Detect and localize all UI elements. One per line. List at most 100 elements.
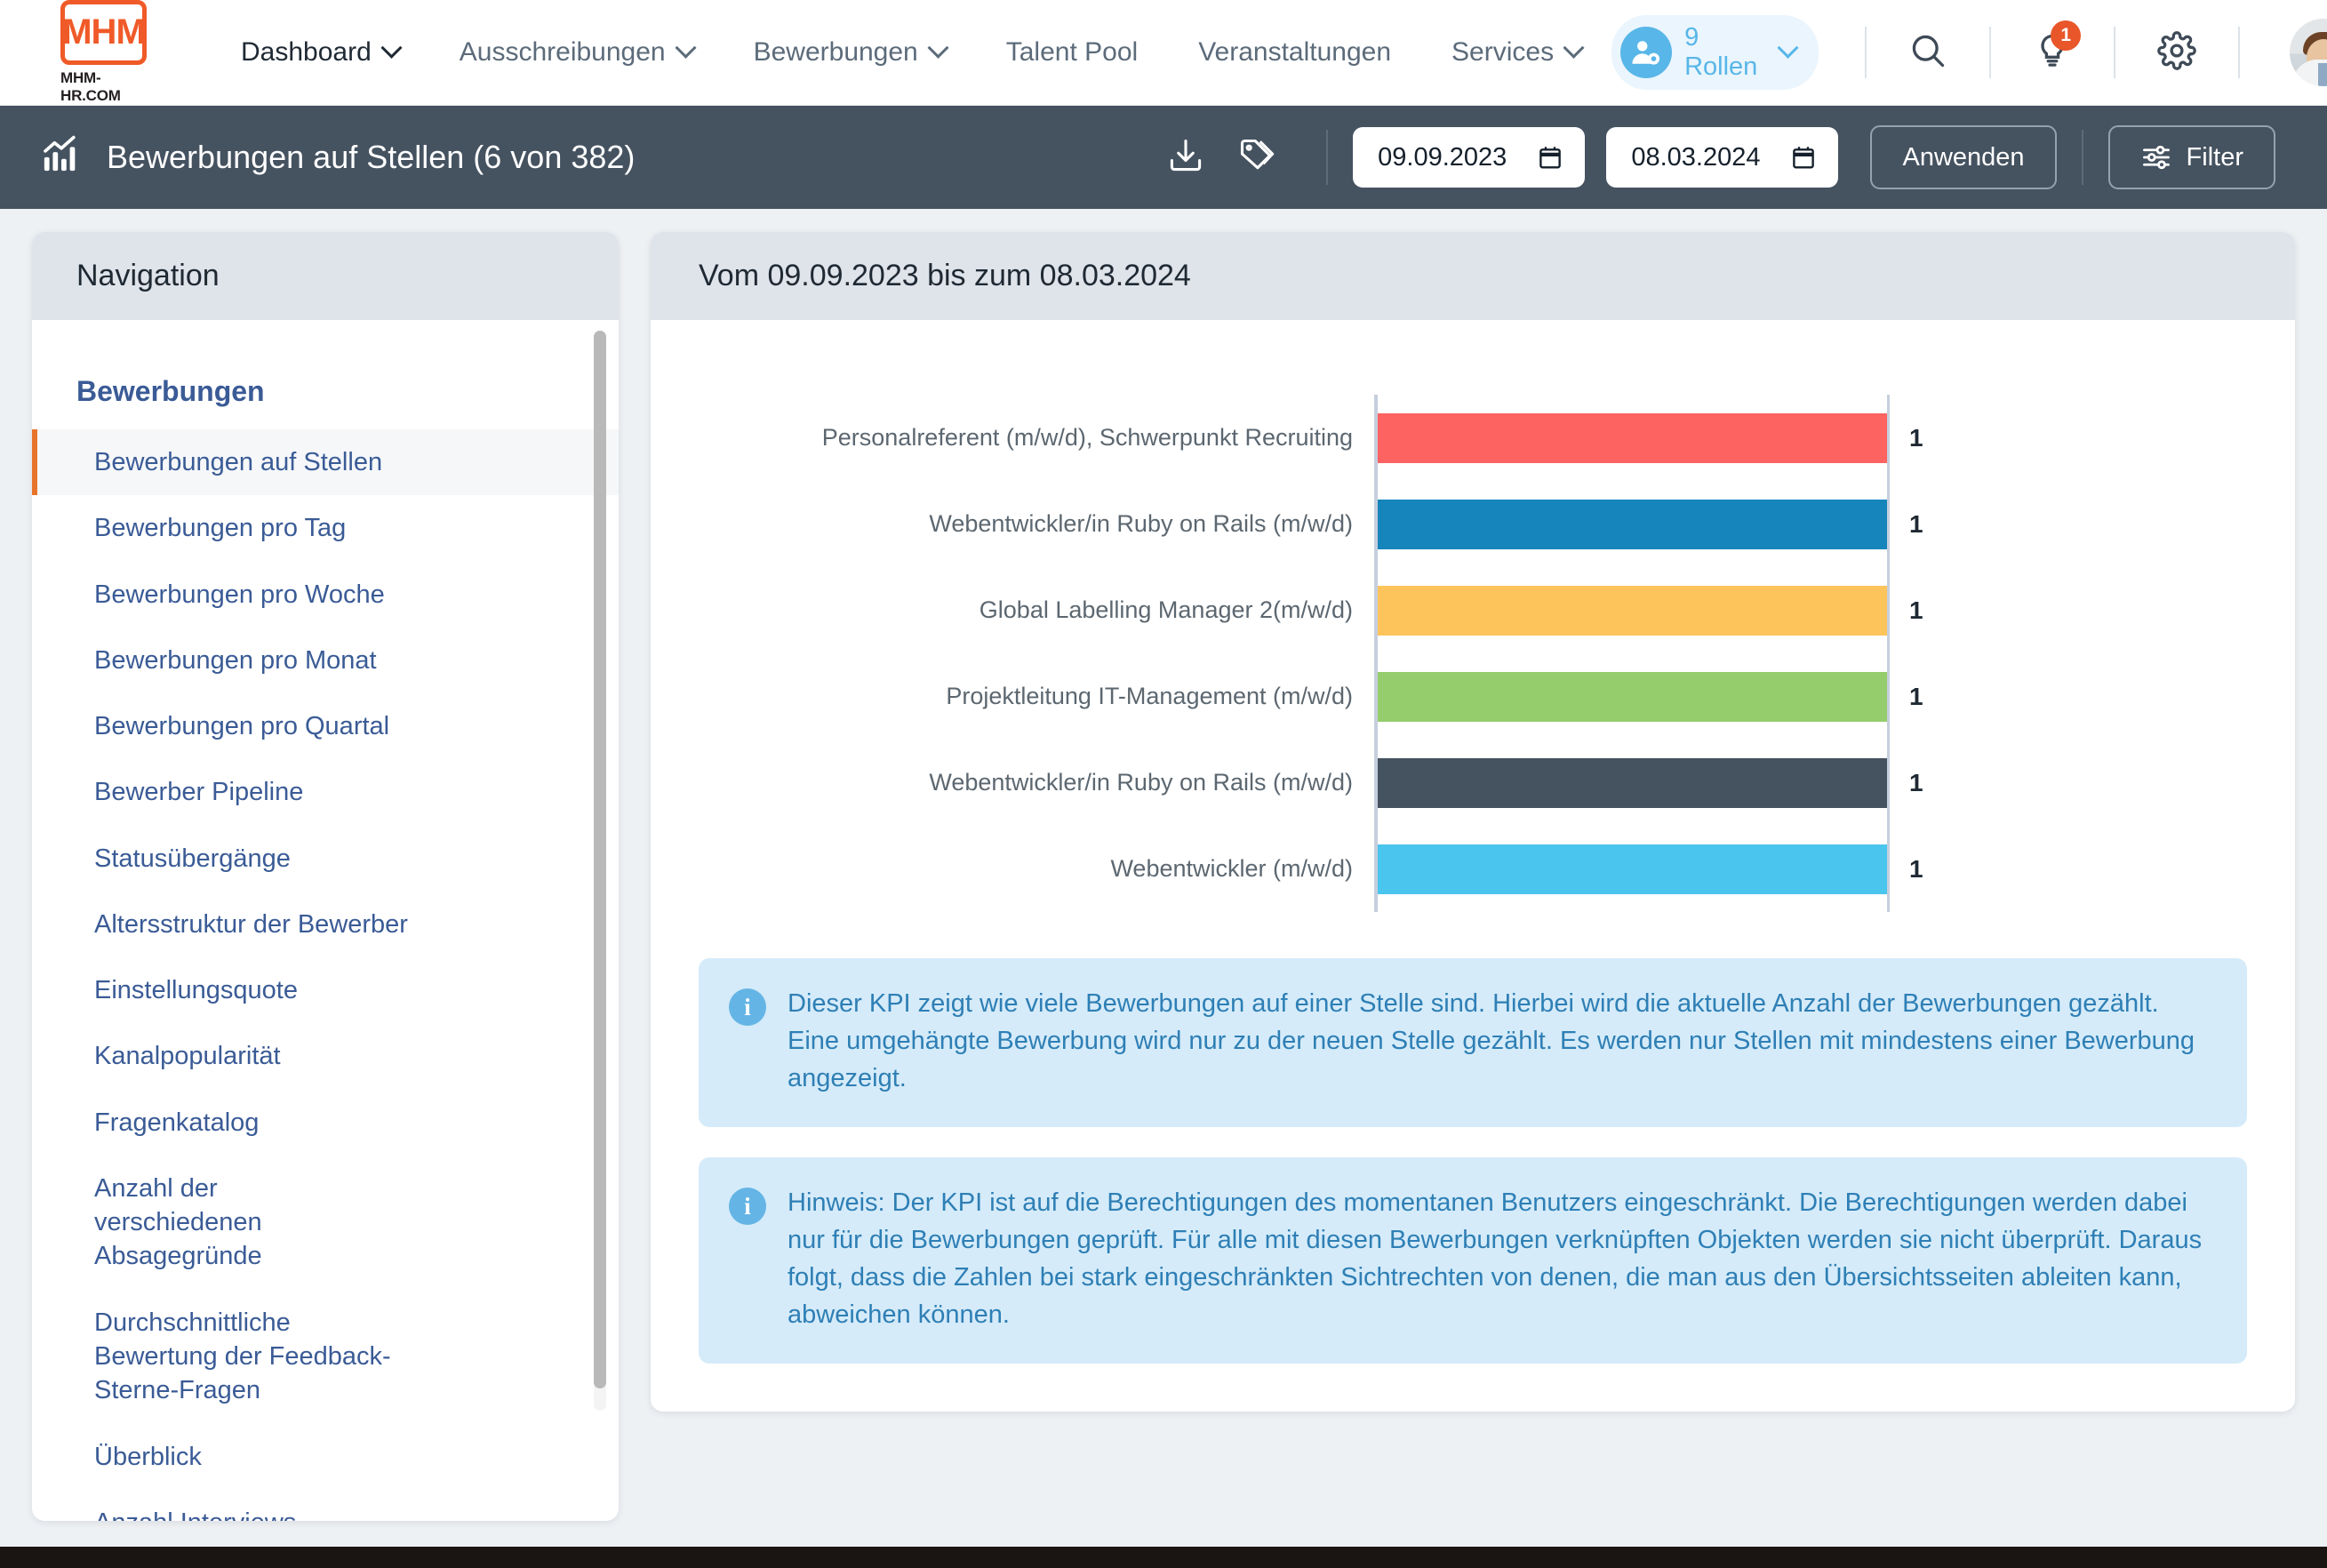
search-button[interactable]: [1902, 25, 1954, 80]
chart-bar-row: [1378, 568, 1887, 653]
chart-value-label: 1: [1909, 854, 1923, 883]
sidebar-item-fragenkatalog[interactable]: Fragenkatalog: [32, 1090, 619, 1156]
sidebar-item-kanalpopularitaet[interactable]: Kanalpopularität: [32, 1023, 619, 1089]
settings-button[interactable]: [2151, 25, 2203, 80]
sidebar-item-durchschnittliche-bewertung[interactable]: Durchschnittliche Bewertung der Feedback…: [32, 1290, 450, 1424]
chart-bar-row: [1378, 482, 1887, 567]
kpi-permission-note-box: i Hinweis: Der KPI ist auf die Berechtig…: [699, 1157, 2247, 1364]
search-icon: [1908, 31, 1947, 75]
sidebar-item-altersstruktur-der-bewerber[interactable]: Altersstruktur der Bewerber: [32, 892, 619, 957]
panel-title: Vom 09.09.2023 bis zum 08.03.2024: [651, 232, 2295, 320]
tag-icon: [1237, 136, 1276, 180]
kpi-permission-note-text: Hinweis: Der KPI ist auf die Berechtigun…: [788, 1188, 2203, 1330]
apply-label: Anwenden: [1902, 142, 2025, 172]
main-menu: Dashboard Ausschreibungen Bewerbungen Ta…: [211, 36, 1611, 68]
date-from-value: 09.09.2023: [1378, 142, 1507, 172]
bar-chart: Personalreferent (m/w/d), Schwerpunkt Re…: [699, 359, 2247, 928]
chart-category-label: Webentwickler (m/w/d): [1110, 855, 1353, 882]
nav-item-veranstaltungen[interactable]: Veranstaltungen: [1168, 37, 1421, 68]
apply-button[interactable]: Anwenden: [1870, 125, 2057, 189]
logo[interactable]: MHM MHM-HR.COM: [60, 0, 147, 105]
sidebar-item-ueberblick[interactable]: Überblick: [32, 1424, 619, 1490]
date-to-value: 08.03.2024: [1631, 142, 1761, 172]
top-navigation-bar: MHM MHM-HR.COM Dashboard Ausschreibungen…: [0, 0, 2327, 106]
chart-bar[interactable]: [1378, 412, 1887, 463]
sidebar-scrollbar-thumb[interactable]: [594, 331, 606, 1388]
sidebar-item-bewerber-pipeline[interactable]: Bewerber Pipeline: [32, 759, 619, 825]
chart-bar[interactable]: [1378, 757, 1887, 808]
info-icon: i: [729, 1188, 766, 1226]
divider: [2114, 27, 2116, 78]
chart-category-label: Projektleitung IT-Management (m/w/d): [946, 683, 1353, 709]
tips-button[interactable]: 1: [2027, 20, 2082, 80]
sidebar-item-bewerbungen-pro-quartal[interactable]: Bewerbungen pro Quartal: [32, 693, 619, 759]
chart-value-label: 1: [1909, 682, 1923, 710]
sidebar-item-anzahl-interviews[interactable]: Anzahl Interviews: [32, 1490, 619, 1521]
chart-category-label: Webentwickler/in Ruby on Rails (m/w/d): [929, 510, 1353, 537]
calendar-icon[interactable]: [1790, 144, 1817, 171]
filter-button[interactable]: Filter: [2107, 125, 2275, 189]
chart-bar-row: [1378, 654, 1887, 740]
kpi-description-box: i Dieser KPI zeigt wie viele Bewerbungen…: [699, 958, 2247, 1128]
chart-value-labels: 1 1 1 1 1 1: [1890, 395, 1987, 912]
sidebar-scroll-area[interactable]: Bewerbungen Bewerbungen auf Stellen Bewe…: [32, 320, 619, 1521]
chart-bar[interactable]: [1378, 844, 1887, 894]
divider: [1864, 27, 1867, 78]
user-roles-icon: [1620, 27, 1673, 78]
sidebar-item-bewerbungen-pro-woche[interactable]: Bewerbungen pro Woche: [32, 562, 619, 628]
chevron-down-icon: [675, 36, 697, 59]
nav-item-label: Dashboard: [241, 37, 372, 67]
nav-item-talent-pool[interactable]: Talent Pool: [976, 37, 1168, 68]
sidebar-item-statusuebergaenge[interactable]: Statusübergänge: [32, 826, 619, 892]
info-icon: i: [729, 988, 766, 1026]
date-to-input[interactable]: 08.03.2024: [1606, 127, 1839, 188]
avatar-tie: [2318, 63, 2327, 86]
chart-value-label: 1: [1909, 768, 1923, 796]
chart-value-label: 1: [1909, 423, 1923, 452]
notification-badge: 1: [2051, 20, 2082, 51]
date-from-input[interactable]: 09.09.2023: [1353, 127, 1586, 188]
divider: [1326, 130, 1329, 185]
navigation-sidebar: Navigation Bewerbungen Bewerbungen auf S…: [32, 232, 619, 1521]
page-body: Navigation Bewerbungen Bewerbungen auf S…: [0, 209, 2327, 1547]
chart-bar-row: [1378, 827, 1887, 912]
top-nav-right-group: 9 Rollen 1: [1611, 15, 2327, 90]
divider: [1989, 27, 1991, 78]
sidebar-item-einstellungsquote[interactable]: Einstellungsquote: [32, 957, 619, 1023]
chart-category-label: Global Labelling Manager 2(m/w/d): [979, 596, 1353, 623]
sidebar-item-bewerbungen-auf-stellen[interactable]: Bewerbungen auf Stellen: [32, 429, 619, 496]
nav-item-bewerbungen[interactable]: Bewerbungen: [724, 36, 976, 68]
filter-label: Filter: [2186, 142, 2243, 172]
nav-item-label: Ausschreibungen: [459, 37, 666, 67]
chart-bar[interactable]: [1378, 671, 1887, 722]
nav-item-ausschreibungen[interactable]: Ausschreibungen: [429, 36, 724, 68]
nav-item-label: Services: [1451, 37, 1555, 67]
roles-selector[interactable]: 9 Rollen: [1611, 15, 1819, 90]
page-header-tools: 09.09.2023 08.03.2024 Anwenden Filter: [1159, 125, 2275, 189]
sidebar-item-bewerbungen-pro-tag[interactable]: Bewerbungen pro Tag: [32, 495, 619, 561]
chart-bar[interactable]: [1378, 585, 1887, 636]
chart-bar[interactable]: [1378, 499, 1887, 549]
application-window: MHM MHM-HR.COM Dashboard Ausschreibungen…: [0, 0, 2327, 1547]
page-header: Bewerbungen auf Stellen (6 von 382) 09.0…: [0, 106, 2327, 209]
nav-item-label: Bewerbungen: [753, 37, 918, 67]
logo-mark: MHM: [60, 0, 147, 65]
chart-category-label: Webentwickler/in Ruby on Rails (m/w/d): [929, 769, 1353, 796]
tag-button[interactable]: [1230, 131, 1283, 184]
bar-chart-icon: [41, 133, 82, 182]
divider: [2081, 130, 2083, 185]
sidebar-item-anzahl-absagegruende[interactable]: Anzahl der verschiedenen Absagegründe: [32, 1156, 405, 1290]
nav-item-services[interactable]: Services: [1421, 36, 1611, 68]
download-button[interactable]: [1159, 131, 1212, 184]
nav-item-dashboard[interactable]: Dashboard: [211, 36, 429, 68]
calendar-icon[interactable]: [1537, 144, 1563, 171]
logo-subtitle: MHM-HR.COM: [60, 69, 121, 104]
sidebar-item-bewerbungen-pro-monat[interactable]: Bewerbungen pro Monat: [32, 628, 619, 693]
panel-body: Personalreferent (m/w/d), Schwerpunkt Re…: [651, 320, 2295, 1412]
page-title: Bewerbungen auf Stellen (6 von 382): [107, 139, 636, 175]
avatar[interactable]: [2290, 19, 2327, 86]
roles-label: 9 Rollen: [1684, 23, 1758, 81]
sidebar-group-bewerbungen: Bewerbungen: [76, 375, 265, 407]
nav-item-label: Talent Pool: [1005, 37, 1139, 67]
chart-value-label: 1: [1909, 596, 1923, 624]
